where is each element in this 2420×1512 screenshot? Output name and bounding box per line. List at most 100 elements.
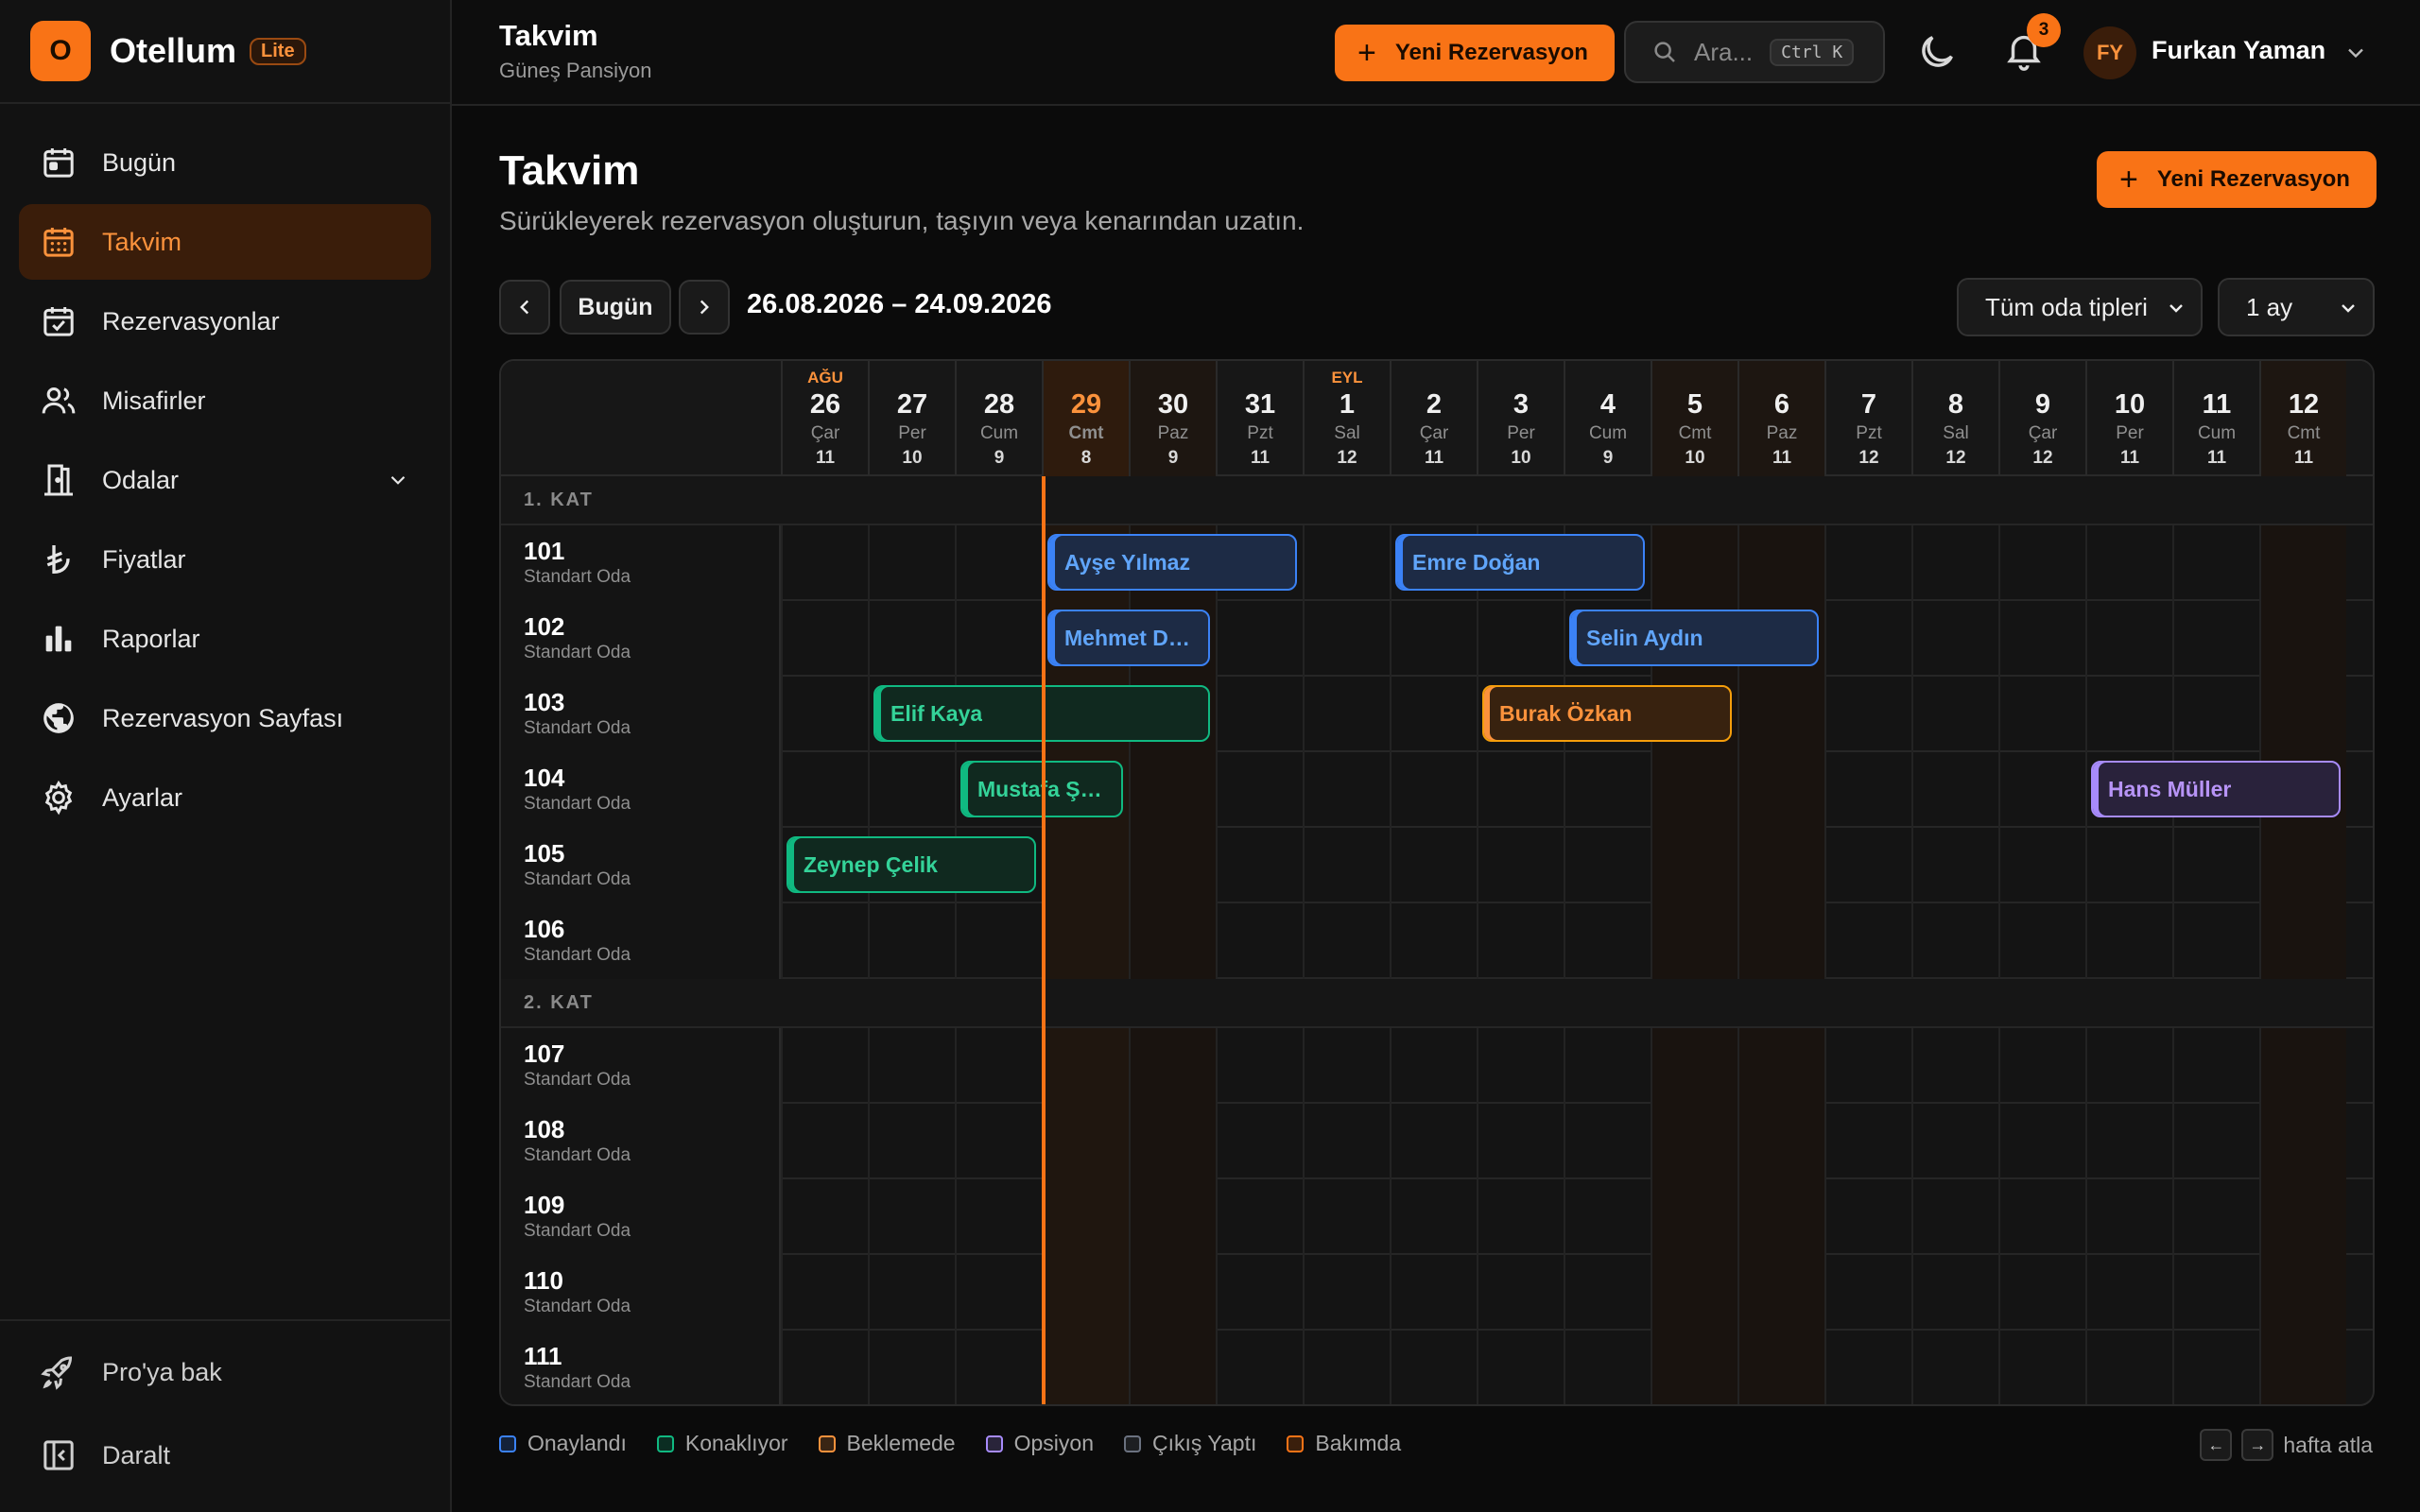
- day-cell[interactable]: [1737, 903, 1824, 979]
- day-cell[interactable]: [1216, 1028, 1303, 1104]
- search-input[interactable]: Ara... Ctrl K: [1624, 21, 1885, 83]
- day-column-header[interactable]: 12 Cmt 11: [2259, 361, 2346, 476]
- day-cell[interactable]: [1737, 828, 1824, 903]
- day-cell[interactable]: [1998, 525, 2085, 601]
- day-cell[interactable]: [1477, 752, 1564, 828]
- reservation-block[interactable]: Burak Özkan: [1482, 685, 1732, 742]
- day-cell[interactable]: [1998, 752, 2085, 828]
- day-cell[interactable]: [2259, 1255, 2346, 1331]
- day-cell[interactable]: [1998, 1104, 2085, 1179]
- day-cell[interactable]: [1911, 1028, 1998, 1104]
- reservation-block[interactable]: Mehmet Demir: [1047, 610, 1210, 666]
- room-label[interactable]: 101 Standart Oda: [501, 525, 781, 601]
- day-cell[interactable]: [868, 525, 955, 601]
- day-cell[interactable]: [1998, 677, 2085, 752]
- day-column-header[interactable]: 6 Paz 11: [1737, 361, 1824, 476]
- day-cell[interactable]: [1216, 1331, 1303, 1404]
- day-cell[interactable]: [1477, 601, 1564, 677]
- day-cell[interactable]: [1651, 1255, 1737, 1331]
- sidebar-item-prices[interactable]: Fiyatlar: [19, 522, 431, 597]
- day-cell[interactable]: [1824, 752, 1911, 828]
- day-column-header[interactable]: 7 Pzt 12: [1824, 361, 1911, 476]
- day-cell[interactable]: [2259, 1331, 2346, 1404]
- day-cell[interactable]: [781, 677, 868, 752]
- day-cell[interactable]: [1042, 828, 1129, 903]
- topbar-new-reservation-button[interactable]: + Yeni Rezervasyon: [1335, 25, 1615, 81]
- day-cell[interactable]: [1651, 1104, 1737, 1179]
- day-cell[interactable]: [1998, 1179, 2085, 1255]
- sidebar-item-today[interactable]: Bugün: [19, 125, 431, 200]
- day-column-header[interactable]: 9 Çar 12: [1998, 361, 2085, 476]
- day-cell[interactable]: [1564, 828, 1651, 903]
- reservation-block[interactable]: Emre Doğan: [1395, 534, 1645, 591]
- day-cell[interactable]: [1216, 1179, 1303, 1255]
- day-cell[interactable]: [2172, 601, 2259, 677]
- day-cell[interactable]: [1303, 1331, 1390, 1404]
- avatar[interactable]: FY: [2083, 26, 2136, 79]
- reservation-block[interactable]: Zeynep Çelik: [786, 836, 1036, 893]
- day-cell[interactable]: [1216, 677, 1303, 752]
- day-cell[interactable]: [1911, 903, 1998, 979]
- day-cell[interactable]: [1216, 828, 1303, 903]
- day-cell[interactable]: [868, 1255, 955, 1331]
- day-cell[interactable]: [1824, 601, 1911, 677]
- day-cell[interactable]: [1129, 828, 1216, 903]
- day-cell[interactable]: [955, 1255, 1042, 1331]
- day-cell[interactable]: [1303, 1255, 1390, 1331]
- room-label[interactable]: 108 Standart Oda: [501, 1104, 781, 1179]
- day-column-header[interactable]: 2 Çar 11: [1390, 361, 1477, 476]
- day-cell[interactable]: [1303, 525, 1390, 601]
- day-cell[interactable]: [868, 1028, 955, 1104]
- sidebar-item-rooms[interactable]: Odalar: [19, 442, 431, 518]
- day-cell[interactable]: [1824, 828, 1911, 903]
- dark-mode-toggle-icon[interactable]: [1915, 30, 1959, 74]
- day-cell[interactable]: [781, 601, 868, 677]
- day-cell[interactable]: [1998, 828, 2085, 903]
- day-cell[interactable]: [1042, 1104, 1129, 1179]
- day-cell[interactable]: [1390, 677, 1477, 752]
- day-cell[interactable]: [2085, 1331, 2172, 1404]
- day-cell[interactable]: [2259, 1104, 2346, 1179]
- day-cell[interactable]: [2259, 601, 2346, 677]
- day-cell[interactable]: [1216, 1104, 1303, 1179]
- day-cell[interactable]: [1216, 903, 1303, 979]
- day-cell[interactable]: [1477, 1179, 1564, 1255]
- next-period-button[interactable]: [679, 280, 730, 335]
- day-cell[interactable]: [868, 601, 955, 677]
- day-cell[interactable]: [1737, 752, 1824, 828]
- day-cell[interactable]: [1824, 1028, 1911, 1104]
- day-column-header[interactable]: 28 Cum 9: [955, 361, 1042, 476]
- day-cell[interactable]: [1651, 1028, 1737, 1104]
- day-cell[interactable]: [1042, 1255, 1129, 1331]
- room-label[interactable]: 103 Standart Oda: [501, 677, 781, 752]
- sidebar-item-reports[interactable]: Raporlar: [19, 601, 431, 677]
- day-cell[interactable]: [1303, 903, 1390, 979]
- day-cell[interactable]: [1042, 1028, 1129, 1104]
- day-cell[interactable]: [1651, 1179, 1737, 1255]
- day-cell[interactable]: [1216, 601, 1303, 677]
- day-cell[interactable]: [1737, 1255, 1824, 1331]
- day-cell[interactable]: [1651, 752, 1737, 828]
- day-cell[interactable]: [955, 601, 1042, 677]
- day-column-header[interactable]: 30 Paz 9: [1129, 361, 1216, 476]
- day-cell[interactable]: [2085, 1179, 2172, 1255]
- sidebar-item-settings[interactable]: Ayarlar: [19, 760, 431, 835]
- day-column-header[interactable]: 11 Cum 11: [2172, 361, 2259, 476]
- day-cell[interactable]: [1390, 1255, 1477, 1331]
- day-cell[interactable]: [2259, 828, 2346, 903]
- collapse-sidebar-button[interactable]: Daralt: [19, 1416, 431, 1495]
- day-cell[interactable]: [1651, 525, 1737, 601]
- sidebar-item-calendar[interactable]: Takvim: [19, 204, 431, 280]
- day-cell[interactable]: [1998, 1028, 2085, 1104]
- day-column-header[interactable]: 8 Sal 12: [1911, 361, 1998, 476]
- day-column-header[interactable]: EYL 1 Sal 12: [1303, 361, 1390, 476]
- day-cell[interactable]: [2259, 1179, 2346, 1255]
- day-column-header[interactable]: 10 Per 11: [2085, 361, 2172, 476]
- day-cell[interactable]: [955, 1331, 1042, 1404]
- room-label[interactable]: 104 Standart Oda: [501, 752, 781, 828]
- day-cell[interactable]: [1042, 1331, 1129, 1404]
- day-cell[interactable]: [1477, 903, 1564, 979]
- day-cell[interactable]: [1477, 1331, 1564, 1404]
- day-cell[interactable]: [1564, 1255, 1651, 1331]
- day-cell[interactable]: [1824, 1255, 1911, 1331]
